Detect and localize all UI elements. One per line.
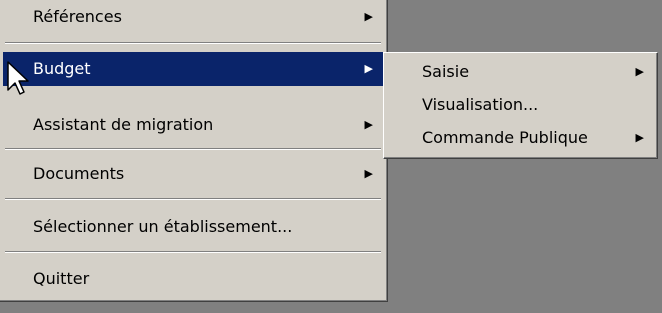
submenu-item-label: Visualisation... [422, 95, 539, 114]
submenu-item-visualisation[interactable]: Visualisation... [386, 88, 654, 122]
menu-item-label: Quitter [33, 269, 90, 288]
menu-item-label: Documents [33, 164, 125, 183]
menu-item-quitter[interactable]: Quitter [3, 262, 383, 296]
menu-separator [5, 148, 381, 150]
submenu-arrow-icon: ▶ [364, 118, 373, 131]
menu-item-label: Budget [33, 59, 91, 78]
desktop: Références ▶ Budget ▶ Assistant de migra… [0, 0, 662, 313]
menu-item-selectionner-etablissement[interactable]: Sélectionner un établissement... [3, 210, 383, 244]
menu-separator [5, 198, 381, 200]
menu-item-label: Assistant de migration [33, 115, 214, 134]
menu-item-label: Sélectionner un établissement... [33, 217, 293, 236]
submenu-arrow-icon: ▶ [635, 131, 644, 144]
menu-item-assistant-de-migration[interactable]: Assistant de migration ▶ [3, 108, 383, 142]
submenu-arrow-icon: ▶ [364, 167, 373, 180]
menu-item-label: Références [33, 7, 122, 26]
submenu-arrow-icon: ▶ [364, 10, 373, 23]
menu-item-budget[interactable]: Budget ▶ [3, 52, 383, 86]
menu-item-references[interactable]: Références ▶ [3, 0, 383, 34]
budget-submenu: Saisie ▶ Visualisation... Commande Publi… [383, 52, 658, 159]
submenu-item-label: Commande Publique [422, 128, 588, 147]
submenu-item-label: Saisie [422, 62, 470, 81]
menu-item-documents[interactable]: Documents ▶ [3, 157, 383, 191]
menu-separator [5, 251, 381, 253]
main-menu: Références ▶ Budget ▶ Assistant de migra… [0, 0, 388, 302]
arrow-cursor-icon [7, 61, 29, 95]
submenu-arrow-icon: ▶ [364, 62, 373, 75]
submenu-item-commande-publique[interactable]: Commande Publique ▶ [386, 121, 654, 155]
submenu-item-saisie[interactable]: Saisie ▶ [386, 55, 654, 89]
submenu-arrow-icon: ▶ [635, 65, 644, 78]
menu-separator [5, 42, 381, 44]
